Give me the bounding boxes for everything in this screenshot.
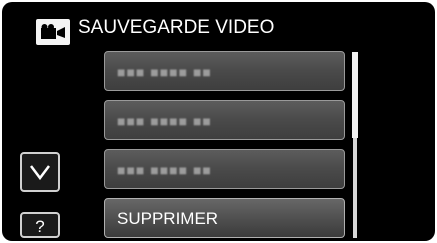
menu-item-label: ■■■ ■■■■ ■■ (117, 113, 212, 129)
title-bar: SAUVEGARDE VIDEO (2, 2, 435, 48)
menu-item-label: ■■■ ■■■■ ■■ (117, 162, 212, 178)
help-icon: ? (35, 217, 45, 236)
menu-item-label: ■■■ ■■■■ ■■ (117, 64, 212, 80)
menu-item-3: ■■■ ■■■■ ■■ (104, 149, 345, 189)
menu-item-2: ■■■ ■■■■ ■■ (104, 100, 345, 140)
scroll-down-button[interactable] (20, 152, 60, 192)
help-button[interactable]: ? (20, 212, 60, 238)
screen: SAUVEGARDE VIDEO ■■■ ■■■■ ■■ ■■■ ■■■■ ■■… (2, 2, 435, 241)
menu-item-1: ■■■ ■■■■ ■■ (104, 51, 345, 91)
page-title: SAUVEGARDE VIDEO (78, 17, 275, 38)
video-camera-icon (36, 19, 70, 45)
delete-button[interactable]: SUPPRIMER (104, 198, 345, 238)
chevron-down-icon (30, 165, 50, 181)
delete-button-label: SUPPRIMER (117, 209, 219, 228)
scrollbar-thumb[interactable] (352, 52, 358, 138)
